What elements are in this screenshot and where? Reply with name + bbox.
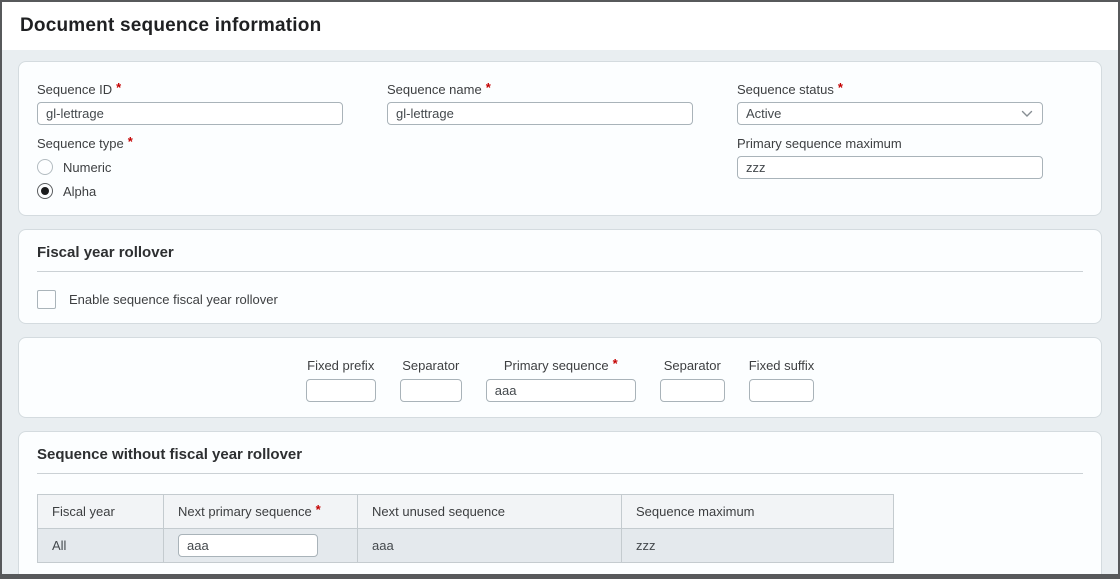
primary-sequence-maximum-input[interactable] <box>737 156 1043 179</box>
page-content: Sequence ID * Sequence name * Sequence sta… <box>2 50 1118 579</box>
column-header-next-unused-sequence: Next unused sequence <box>358 495 622 529</box>
column-header-sequence-maximum: Sequence maximum <box>622 495 894 529</box>
fixed-suffix-label: Fixed suffix <box>749 358 815 373</box>
fiscal-year-rollover-title: Fiscal year rollover <box>37 244 1083 262</box>
sequence-status-field: Sequence status * Active <box>737 82 1043 125</box>
separator-1-field: Separator <box>400 358 462 402</box>
separator-1-input[interactable] <box>400 379 462 402</box>
sequence-type-label-text: Sequence type <box>37 136 124 151</box>
separator-2-label: Separator <box>664 358 721 373</box>
window-frame: Document sequence information Sequence I… <box>0 0 1120 579</box>
primary-sequence-maximum-label: Primary sequence maximum <box>737 136 1043 151</box>
column-header-next-primary-sequence: Next primary sequence * <box>164 495 358 529</box>
separator-2-field: Separator <box>660 358 725 402</box>
column-header-fiscal-year: Fiscal year <box>38 495 164 529</box>
sequence-status-label: Sequence status * <box>737 82 1043 97</box>
primary-sequence-input[interactable] <box>486 379 636 402</box>
required-asterisk: * <box>128 134 133 149</box>
fixed-prefix-field: Fixed prefix <box>306 358 376 402</box>
sequence-id-label-text: Sequence ID <box>37 82 112 97</box>
section-divider <box>37 473 1083 474</box>
required-asterisk: * <box>613 356 618 371</box>
cell-fiscal-year: All <box>38 529 164 563</box>
radio-numeric-label: Numeric <box>63 160 111 175</box>
section-divider <box>37 271 1083 272</box>
primary-sequence-label-text: Primary sequence <box>504 358 609 373</box>
primary-sequence-maximum-field: Primary sequence maximum <box>737 136 1043 199</box>
sequence-status-label-text: Sequence status <box>737 82 834 97</box>
page-title: Document sequence information <box>20 15 321 37</box>
sequence-without-rollover-title: Sequence without fiscal year rollover <box>37 446 1083 464</box>
required-asterisk: * <box>486 80 491 95</box>
fixed-prefix-label: Fixed prefix <box>307 358 374 373</box>
table-row: All aaa zzz <box>38 529 894 563</box>
sequence-status-select[interactable]: Active <box>737 102 1043 125</box>
grid-spacer <box>387 136 693 199</box>
sequence-without-rollover-card: Sequence without fiscal year rollover Fi… <box>18 431 1102 579</box>
primary-sequence-label: Primary sequence * <box>504 358 618 373</box>
checkbox-unchecked-icon[interactable] <box>37 290 56 309</box>
sequence-name-label: Sequence name * <box>387 82 693 97</box>
primary-sequence-field: Primary sequence * <box>486 358 636 402</box>
required-asterisk: * <box>838 80 843 95</box>
sequence-table-header-row: Fiscal year Next primary sequence * Next … <box>38 495 894 529</box>
sequence-id-label: Sequence ID * <box>37 82 343 97</box>
sequence-name-field: Sequence name * <box>387 82 693 125</box>
cell-next-unused-sequence: aaa <box>358 529 622 563</box>
required-asterisk: * <box>316 502 321 517</box>
fixed-suffix-input[interactable] <box>749 379 814 402</box>
radio-unchecked-icon <box>37 159 53 175</box>
radio-alpha-label: Alpha <box>63 184 96 199</box>
sequence-type-option-numeric[interactable]: Numeric <box>37 159 343 175</box>
sequence-type-label: Sequence type * <box>37 136 343 151</box>
sequence-id-input[interactable] <box>37 102 343 125</box>
page-header: Document sequence information <box>2 2 1118 50</box>
enable-rollover-checkbox-label: Enable sequence fiscal year rollover <box>69 292 278 307</box>
enable-rollover-checkbox-row[interactable]: Enable sequence fiscal year rollover <box>37 290 1083 309</box>
sequence-status-selected-value: Active <box>746 106 781 121</box>
fiscal-year-rollover-card: Fiscal year rollover Enable sequence fis… <box>18 229 1102 324</box>
chevron-down-icon <box>1021 110 1033 118</box>
sequence-type-field: Sequence type * Numeric Alpha <box>37 136 343 199</box>
next-primary-sequence-input[interactable] <box>178 534 318 557</box>
cell-next-primary-sequence <box>164 529 358 563</box>
required-asterisk: * <box>116 80 121 95</box>
fixed-prefix-input[interactable] <box>306 379 376 402</box>
sequence-name-label-text: Sequence name <box>387 82 482 97</box>
general-info-card: Sequence ID * Sequence name * Sequence sta… <box>18 61 1102 216</box>
separator-2-input[interactable] <box>660 379 725 402</box>
fixed-suffix-field: Fixed suffix <box>749 358 815 402</box>
radio-checked-icon <box>37 183 53 199</box>
sequence-id-field: Sequence ID * <box>37 82 343 125</box>
separator-1-label: Separator <box>402 358 459 373</box>
column-header-next-primary-sequence-text: Next primary sequence <box>178 504 312 519</box>
sequence-name-input[interactable] <box>387 102 693 125</box>
sequence-format-card: Fixed prefix Separator Primary sequence *… <box>18 337 1102 418</box>
sequence-type-option-alpha[interactable]: Alpha <box>37 183 343 199</box>
cell-sequence-maximum: zzz <box>622 529 894 563</box>
sequence-table: Fiscal year Next primary sequence * Next … <box>37 494 894 563</box>
